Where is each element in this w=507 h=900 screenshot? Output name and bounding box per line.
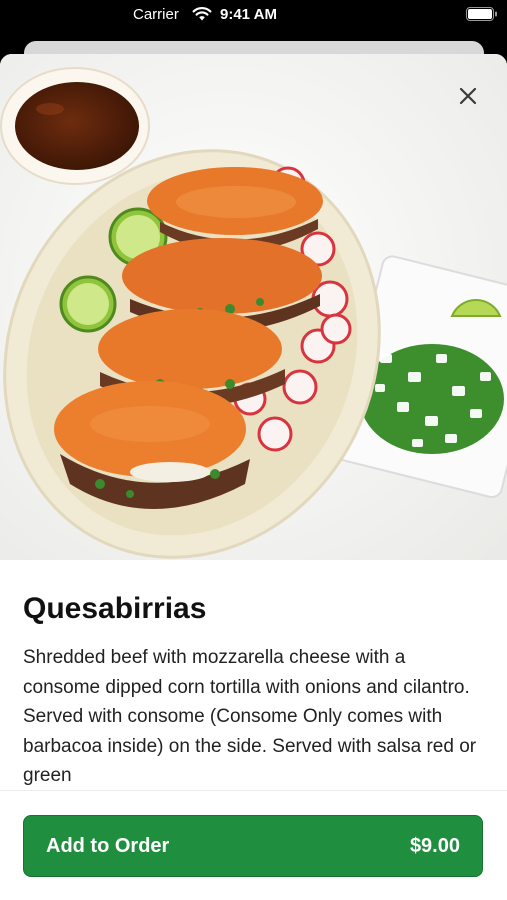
add-to-order-label: Add to Order: [46, 835, 170, 857]
item-price: $9.00: [409, 835, 460, 857]
item-title: Quesabirrias: [23, 592, 207, 625]
item-detail-sheet: Quesabirrias Shredded beef with mozzarel…: [0, 54, 507, 900]
close-button[interactable]: [448, 76, 488, 116]
item-description: Shredded beef with mozzarella cheese wit…: [23, 647, 477, 786]
clock: 9:41 AM: [220, 6, 277, 23]
add-to-order-button[interactable]: Add to Order $9.00: [23, 815, 483, 877]
wifi-icon: [192, 7, 212, 21]
close-icon: [459, 87, 477, 105]
food-photo: [0, 54, 507, 560]
battery-icon: [466, 7, 497, 21]
status-bar: Carrier 9:41 AM: [0, 0, 507, 30]
carrier-label: Carrier: [133, 6, 179, 23]
order-footer: Add to Order $9.00: [0, 790, 507, 900]
